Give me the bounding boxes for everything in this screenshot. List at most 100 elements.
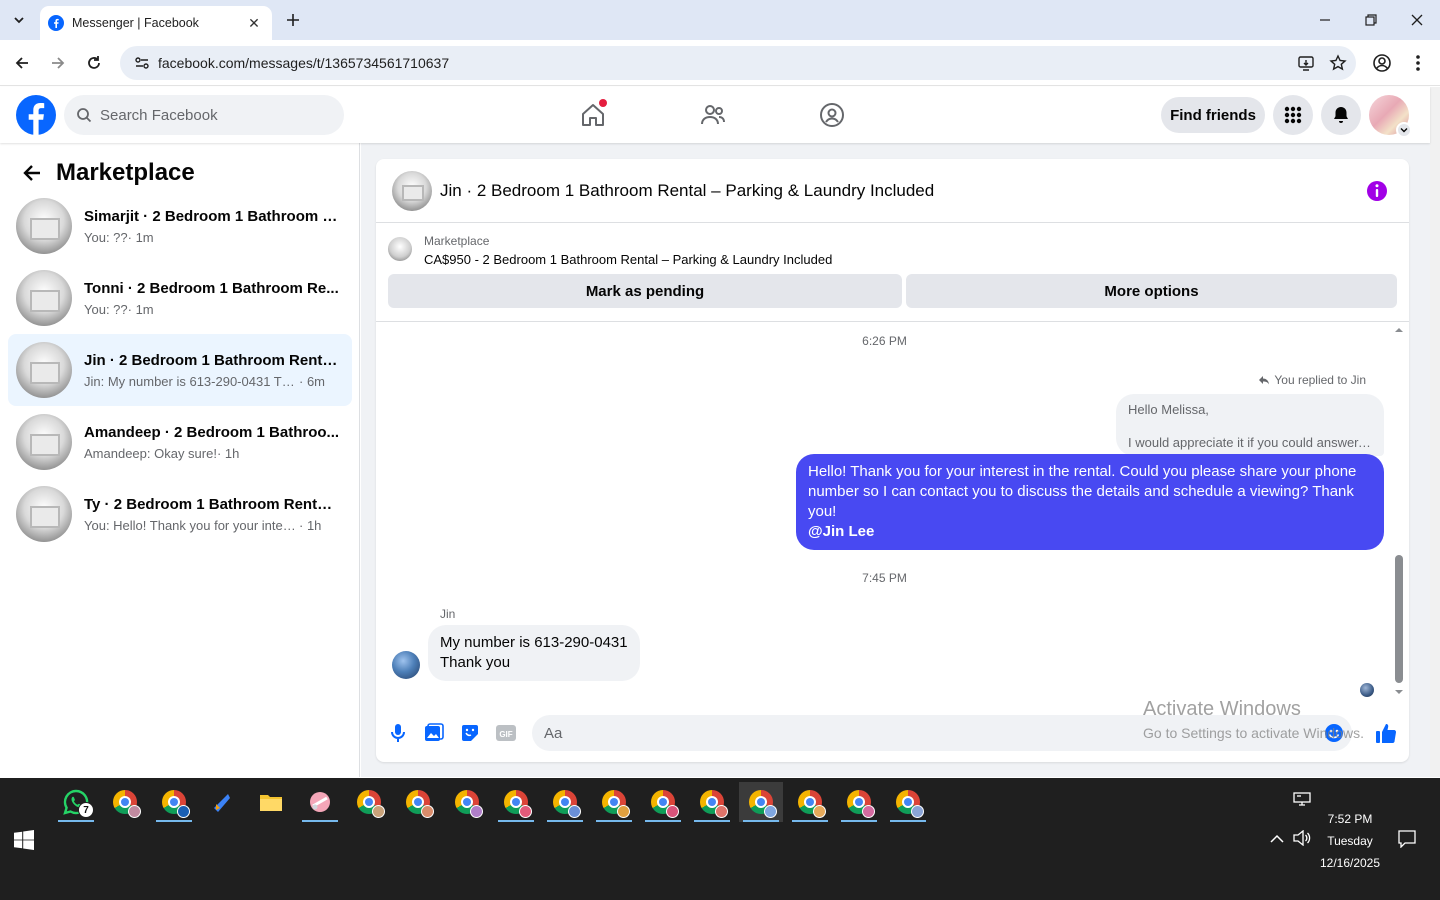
chrome-icon: [162, 790, 190, 818]
chat-title[interactable]: Jin · 2 Bedroom 1 Bathroom Rental – Park…: [440, 181, 934, 201]
grid-menu-icon: [1284, 106, 1302, 124]
chrome-icon: [357, 790, 385, 818]
message-input-box[interactable]: [532, 715, 1352, 751]
taskbar-file-explorer[interactable]: [249, 782, 293, 822]
taskbar-whatsapp[interactable]: 7: [54, 782, 98, 822]
clock-time: 7:52 PM: [1327, 812, 1373, 826]
conversation-item-active[interactable]: Jin · 2 Bedroom 1 Bathroom Rental... Jin…: [8, 334, 352, 406]
site-settings-icon[interactable]: [132, 53, 152, 73]
scroll-up-icon[interactable]: [1392, 325, 1406, 335]
page-scrollbar[interactable]: [1430, 87, 1440, 777]
conversation-item[interactable]: Tonni · 2 Bedroom 1 Bathroom Re... You: …: [8, 262, 352, 334]
message-composer: GIF: [376, 711, 1409, 753]
taskbar-chrome[interactable]: [886, 782, 930, 822]
taskbar-chrome-active[interactable]: [739, 782, 783, 822]
facebook-search-box[interactable]: [64, 95, 344, 135]
voice-clip-button[interactable]: [386, 721, 410, 745]
forward-button[interactable]: [45, 50, 71, 76]
chat-listing-thumbnail[interactable]: [392, 170, 432, 211]
listing-label: Marketplace: [424, 234, 490, 248]
like-button[interactable]: [1374, 721, 1398, 745]
friends-icon: [701, 105, 725, 125]
taskbar-chrome[interactable]: [445, 782, 489, 822]
browser-menu-button[interactable]: [1405, 50, 1431, 76]
sent-message-bubble[interactable]: Hello! Thank you for your interest in th…: [796, 454, 1384, 550]
notifications-button[interactable]: [1321, 95, 1361, 135]
facebook-logo-icon[interactable]: [16, 95, 56, 135]
gif-button[interactable]: GIF: [494, 721, 518, 745]
reply-label: You replied to Jin: [1274, 373, 1366, 387]
back-button[interactable]: [9, 50, 35, 76]
tab-search-button[interactable]: [6, 8, 32, 32]
chevron-up-icon[interactable]: [1270, 834, 1284, 844]
minimize-window-button[interactable]: [1302, 0, 1348, 40]
windows-start-icon[interactable]: [14, 830, 34, 850]
notification-center-icon[interactable]: [1398, 830, 1416, 848]
mark-as-pending-button[interactable]: Mark as pending: [388, 274, 902, 308]
taskbar-chrome[interactable]: [837, 782, 881, 822]
taskbar-chrome[interactable]: [543, 782, 587, 822]
taskbar-chrome[interactable]: [788, 782, 832, 822]
taskbar-chrome[interactable]: [103, 782, 147, 822]
menu-button[interactable]: [1273, 95, 1313, 135]
sender-avatar[interactable]: [392, 651, 420, 679]
notification-dot: [599, 99, 607, 107]
back-to-chats-button[interactable]: [16, 157, 48, 189]
chrome-icon: [504, 790, 532, 818]
find-friends-button[interactable]: Find friends: [1161, 97, 1265, 133]
conversation-item[interactable]: Simarjit · 2 Bedroom 1 Bathroom R... You…: [8, 190, 352, 262]
sent-mention[interactable]: @Jin Lee: [808, 522, 1372, 542]
conversation-item[interactable]: Ty · 2 Bedroom 1 Bathroom Rental ... You…: [8, 478, 352, 550]
install-app-button[interactable]: [1292, 49, 1320, 77]
listing-price-title[interactable]: CA$950 - 2 Bedroom 1 Bathroom Rental – P…: [424, 252, 832, 267]
conversation-item[interactable]: Amandeep · 2 Bedroom 1 Bathroo... Amande…: [8, 406, 352, 478]
address-bar[interactable]: facebook.com/messages/t/1365734561710637: [120, 46, 1356, 80]
scrollbar-thumb[interactable]: [1395, 555, 1403, 683]
taskbar-chrome[interactable]: [690, 782, 734, 822]
new-tab-button[interactable]: [282, 9, 304, 31]
bookmark-button[interactable]: [1324, 49, 1352, 77]
sticker-button[interactable]: [458, 721, 482, 745]
listing-small-thumbnail[interactable]: [388, 237, 412, 261]
emoji-icon[interactable]: [1324, 723, 1344, 743]
nav-friends[interactable]: [693, 97, 733, 133]
system-clock[interactable]: 7:52 PM Tuesday 12/16/2025: [1312, 808, 1388, 874]
quoted-message[interactable]: Hello Melissa, I would appreciate it if …: [1116, 394, 1384, 456]
running-indicator: [156, 820, 192, 822]
taskbar-chrome[interactable]: [494, 782, 538, 822]
nav-groups[interactable]: [812, 97, 852, 133]
message-input[interactable]: [544, 724, 1304, 742]
search-input[interactable]: [100, 106, 320, 124]
close-tab-button[interactable]: ✕: [244, 13, 264, 33]
chevron-down-icon: [1396, 122, 1412, 138]
arrow-left-icon: [15, 57, 28, 69]
volume-icon[interactable]: [1293, 830, 1311, 846]
more-options-button[interactable]: More options: [906, 274, 1397, 308]
taskbar-chrome[interactable]: [592, 782, 636, 822]
taskbar-chrome[interactable]: [396, 782, 440, 822]
snipping-tool-icon: [310, 792, 330, 812]
conversation-time: · 6m: [299, 373, 325, 389]
account-avatar[interactable]: [1369, 95, 1412, 138]
taskbar-chrome[interactable]: [641, 782, 685, 822]
nav-home[interactable]: [573, 97, 613, 133]
conversation-time: · 1m: [127, 301, 154, 317]
chrome-icon: [798, 790, 826, 818]
attach-photo-button[interactable]: [422, 721, 446, 745]
taskbar-snipping-tool[interactable]: [298, 782, 342, 822]
incoming-message-bubble[interactable]: My number is 613-290-0431 Thank you: [428, 625, 640, 681]
url-text: facebook.com/messages/t/1365734561710637: [158, 55, 450, 71]
close-window-button[interactable]: [1394, 0, 1440, 40]
browser-tab-messenger[interactable]: Messenger | Facebook ✕: [40, 6, 272, 40]
taskbar-chrome[interactable]: [347, 782, 391, 822]
reload-button[interactable]: [81, 50, 107, 76]
taskbar-app-blue[interactable]: [200, 782, 244, 822]
profile-button[interactable]: [1369, 50, 1395, 76]
network-icon[interactable]: [1293, 792, 1311, 806]
chat-scrollbar[interactable]: [1392, 325, 1406, 697]
chevron-down-icon: [14, 17, 24, 24]
info-icon[interactable]: [1365, 179, 1389, 203]
scroll-down-icon[interactable]: [1392, 687, 1406, 697]
taskbar-chrome-profile-h[interactable]: [152, 782, 196, 822]
restore-window-button[interactable]: [1348, 0, 1394, 40]
